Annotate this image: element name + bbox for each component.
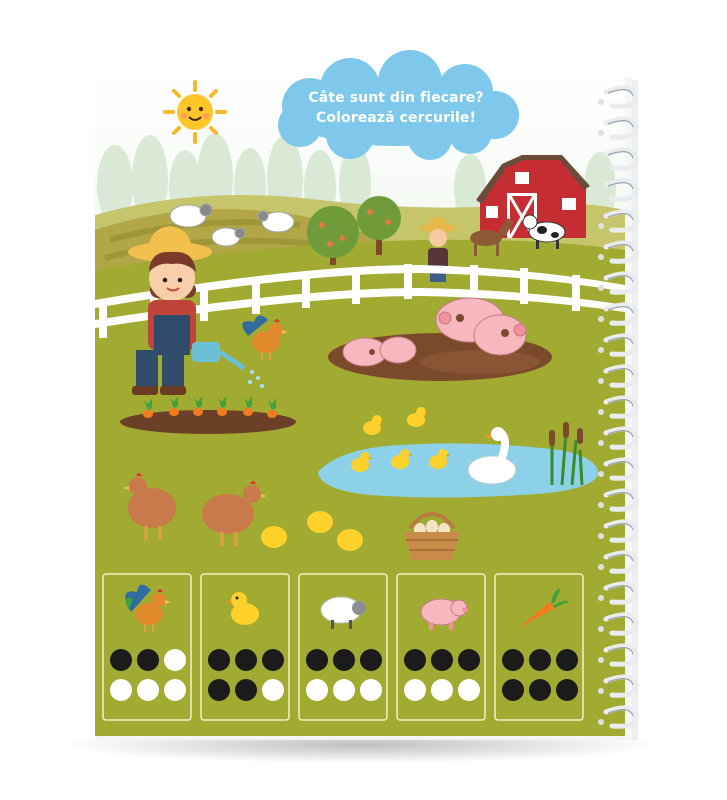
binding-hole (598, 409, 604, 415)
binding-hole (598, 285, 604, 291)
count-circle-empty[interactable] (137, 679, 159, 701)
workbook-page (95, 50, 625, 736)
count-circle-empty[interactable] (431, 679, 453, 701)
count-circle-filled[interactable] (262, 649, 284, 671)
binding-hole (598, 440, 604, 446)
binding-hole (598, 657, 604, 663)
count-circle-empty[interactable] (333, 679, 355, 701)
count-circle-filled[interactable] (502, 679, 524, 701)
count-circle-filled[interactable] (556, 649, 578, 671)
instruction-line-2: Colorează cercurile! (316, 110, 476, 126)
count-circle-empty[interactable] (110, 679, 132, 701)
count-circle-filled[interactable] (333, 649, 355, 671)
binding-hole (598, 378, 604, 384)
count-circle-filled[interactable] (235, 649, 257, 671)
instruction-text: Câte sunt din fiecare? Colorează cercuri… (276, 88, 516, 128)
binding-hole (598, 533, 604, 539)
count-circle-filled[interactable] (404, 649, 426, 671)
count-circle-filled[interactable] (235, 679, 257, 701)
count-circle-empty[interactable] (262, 679, 284, 701)
count-circle-filled[interactable] (556, 679, 578, 701)
count-circle-filled[interactable] (360, 649, 382, 671)
binding-hole (598, 130, 604, 136)
count-circle-empty[interactable] (404, 679, 426, 701)
binding-hole (598, 223, 604, 229)
count-circle-filled[interactable] (458, 649, 480, 671)
count-circle-empty[interactable] (458, 679, 480, 701)
count-circle-filled[interactable] (208, 679, 230, 701)
count-circle-filled[interactable] (137, 649, 159, 671)
binding-hole (598, 254, 604, 260)
binding-hole (598, 192, 604, 198)
count-circle-filled[interactable] (431, 649, 453, 671)
count-circle-empty[interactable] (306, 679, 328, 701)
count-circle-empty[interactable] (360, 679, 382, 701)
count-circle-empty[interactable] (164, 679, 186, 701)
binding-hole (598, 99, 604, 105)
instruction-line-1: Câte sunt din fiecare? (308, 90, 484, 106)
binding-hole (598, 502, 604, 508)
count-circle-filled[interactable] (529, 679, 551, 701)
count-circle-filled[interactable] (306, 649, 328, 671)
binding-hole (598, 719, 604, 725)
count-circle-empty[interactable] (164, 649, 186, 671)
binding-hole (598, 347, 604, 353)
binding-hole (598, 316, 604, 322)
binding-hole (598, 595, 604, 601)
count-circle-filled[interactable] (110, 649, 132, 671)
binding-hole (598, 161, 604, 167)
binding-hole (598, 564, 604, 570)
count-circle-filled[interactable] (208, 649, 230, 671)
binding-hole (598, 688, 604, 694)
sun-icon (163, 80, 227, 144)
binding-hole (598, 626, 604, 632)
count-circle-filled[interactable] (502, 649, 524, 671)
binding-hole (598, 471, 604, 477)
count-circle-filled[interactable] (529, 649, 551, 671)
